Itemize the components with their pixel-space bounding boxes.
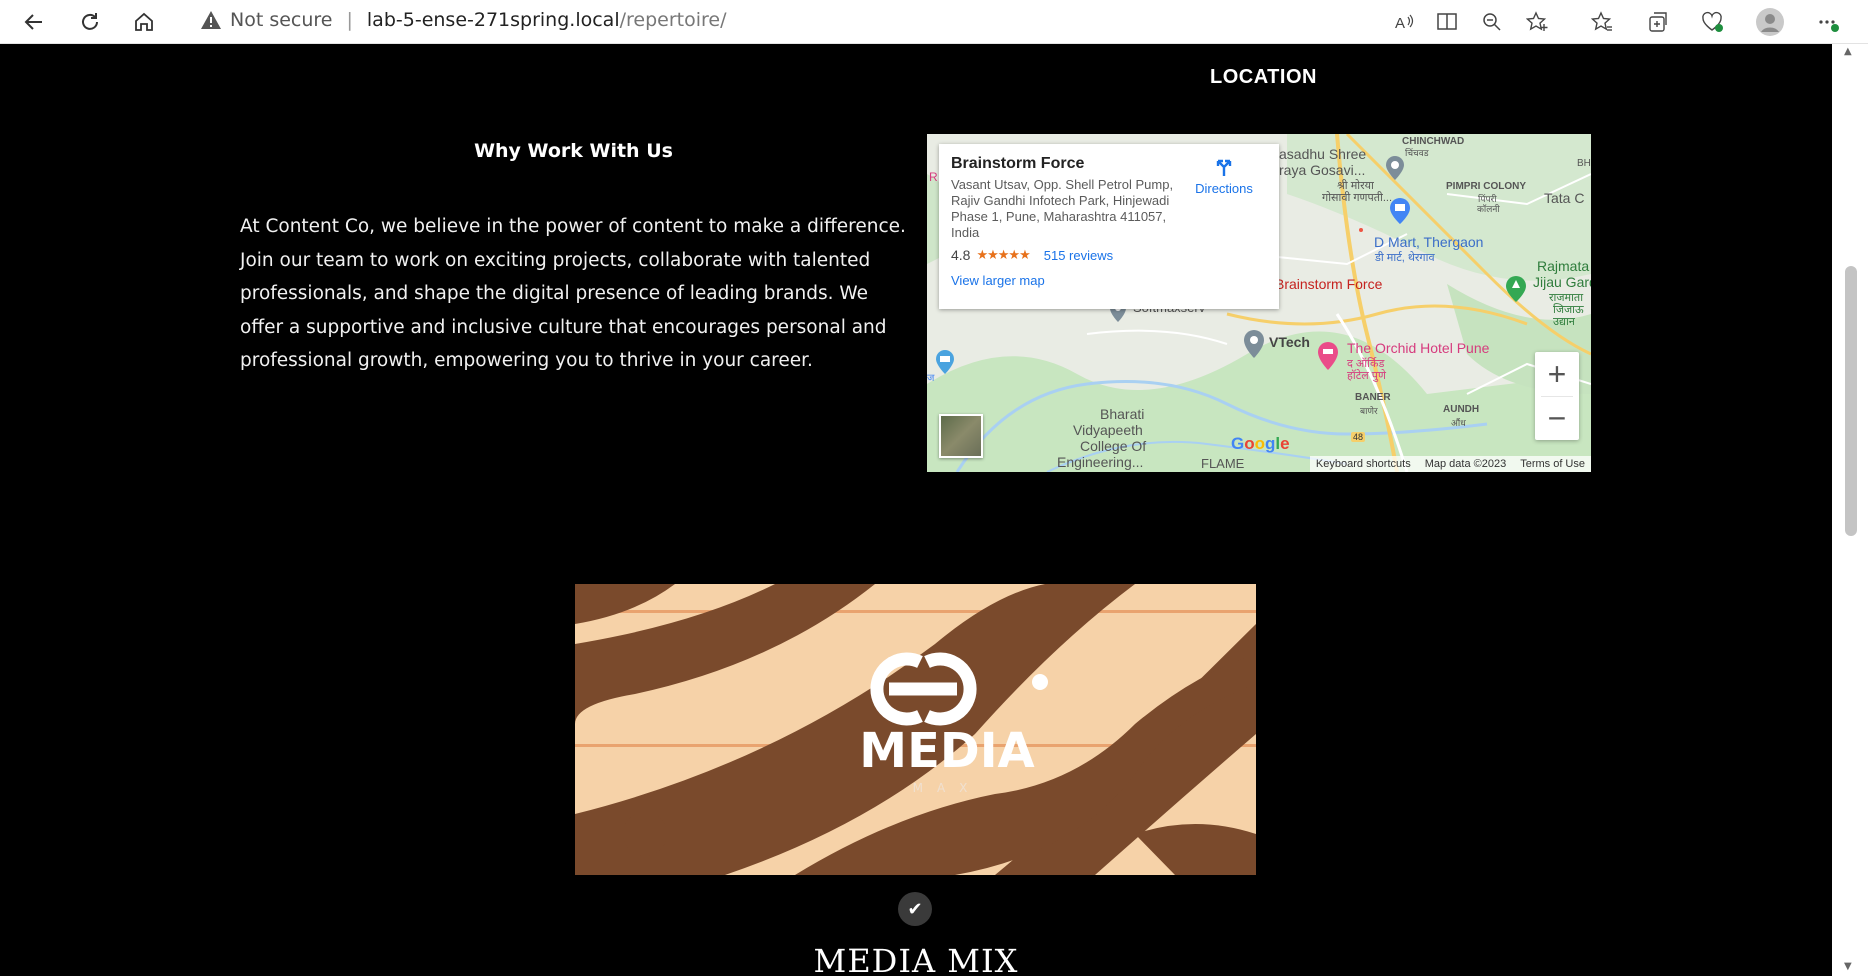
warning-icon — [201, 11, 221, 29]
zoom-out-button[interactable]: − — [1535, 396, 1579, 440]
map-pin-gosavi[interactable] — [1385, 156, 1405, 180]
directions-icon — [1216, 159, 1232, 176]
map-label-bharati-3: College Of — [1080, 438, 1147, 454]
browser-essentials-icon[interactable] — [1696, 6, 1728, 38]
map-pin-vtech[interactable] — [1243, 330, 1265, 358]
map-label-pimpri: PIMPRI COLONY — [1446, 181, 1527, 192]
map-attribution: Keyboard shortcuts Map data ©2023 Terms … — [1309, 456, 1591, 472]
zoom-divider — [1541, 396, 1573, 397]
map-label-orchid-mr-2: हॉटेल पुणे — [1347, 370, 1386, 382]
map-label-gosavi-mr-2: गोसावी गणपती... — [1322, 192, 1393, 204]
favorites-icon[interactable] — [1586, 6, 1618, 38]
place-rating: 4.8 ★★★★★ 515 reviews — [951, 247, 1267, 263]
why-work-heading: Why Work With Us — [474, 140, 673, 162]
map-label-rajmata[interactable]: Rajmata — [1537, 258, 1589, 274]
map-label-baner: BANER — [1355, 392, 1391, 403]
media-logo-text: MEDIA — [859, 723, 1034, 779]
svg-text:A: A — [1395, 15, 1405, 32]
read-aloud-icon[interactable]: A — [1388, 6, 1420, 38]
terms-of-use-link[interactable]: Terms of Use — [1520, 458, 1585, 470]
zoom-out-icon[interactable] — [1476, 6, 1508, 38]
satellite-toggle[interactable] — [939, 414, 983, 458]
collections-icon[interactable] — [1642, 6, 1674, 38]
refresh-icon[interactable] — [72, 4, 108, 40]
check-icon: ✔ — [898, 892, 932, 926]
media-mix-image[interactable]: MEDIA MAX — [575, 584, 1256, 875]
google-logo: Google — [1231, 434, 1290, 453]
map-data-label: Map data ©2023 — [1424, 458, 1507, 470]
map-label-chinchwad-mr: चिंचवड — [1405, 148, 1429, 158]
map-label-dmart[interactable]: D Mart, Thergaon — [1374, 234, 1483, 250]
map-zoom-control: + − — [1535, 352, 1579, 440]
media-max-logo: MEDIA MAX — [575, 584, 1256, 875]
address-separator: | — [346, 9, 353, 31]
location-heading: LOCATION — [1210, 66, 1317, 88]
page-scrollbar[interactable]: ▲ ▼ — [1832, 44, 1868, 976]
place-info-card: Brainstorm Force Vasant Utsav, Opp. Shel… — [939, 144, 1279, 309]
map-label-gosavi: asadhu Shree — [1279, 146, 1367, 162]
map-label-orchid[interactable]: The Orchid Hotel Pune — [1347, 340, 1489, 356]
add-favorite-icon[interactable] — [1522, 6, 1554, 38]
map-label-flame: FLAME — [1201, 456, 1245, 471]
reviews-link[interactable]: 515 reviews — [1044, 248, 1113, 263]
map-label-rajmata-2: Jijau Gard — [1533, 274, 1591, 290]
map-label-aundh-mr: औंध — [1451, 418, 1466, 428]
security-label[interactable]: Not secure — [230, 9, 333, 31]
scrollbar-thumb[interactable] — [1845, 266, 1857, 536]
immersive-reader-icon[interactable] — [1432, 6, 1464, 38]
map-label-aundh: AUNDH — [1443, 404, 1480, 415]
url-path: /repertoire/ — [619, 9, 727, 31]
google-map[interactable]: CHINCHWAD चिंचवड BH asadhu Shree raya Go… — [927, 134, 1591, 472]
map-label-ji: ज — [927, 373, 935, 384]
page-content: LOCATION Why Work With Us At Content Co,… — [0, 44, 1832, 976]
map-label-bharati: Bharati — [1100, 406, 1145, 422]
more-icon[interactable] — [1812, 6, 1844, 38]
map-label-vtech[interactable]: VTech — [1269, 334, 1310, 350]
back-icon[interactable] — [16, 4, 52, 40]
map-label-dmart-mr: डी मार्ट, थेरगाव — [1375, 252, 1435, 264]
directions-button[interactable]: Directions — [1189, 156, 1259, 196]
media-logo-sub: MAX — [913, 781, 982, 795]
media-mix-title[interactable]: MEDIA MIX — [0, 942, 1832, 976]
scroll-up-icon[interactable]: ▲ — [1844, 46, 1852, 57]
profile-icon[interactable] — [1754, 6, 1786, 38]
map-label-bh: BH — [1577, 158, 1591, 169]
map-pin-hotel[interactable] — [1317, 342, 1339, 370]
map-pin-shopping[interactable] — [1389, 198, 1411, 224]
browser-toolbar: Not secure | lab-5-ense-271spring.local /… — [0, 0, 1868, 44]
place-address: Vasant Utsav, Opp. Shell Petrol Pump, Ra… — [951, 177, 1174, 240]
rating-value: 4.8 — [951, 247, 971, 263]
why-work-body: At Content Co, we believe in the power o… — [240, 216, 906, 371]
map-label-brainstorm[interactable]: Brainstorm Force — [1275, 276, 1382, 292]
map-pin-park[interactable] — [1505, 276, 1527, 302]
view-larger-map-link[interactable]: View larger map — [951, 273, 1267, 288]
map-route-shield: 48 — [1351, 432, 1366, 442]
keyboard-shortcuts-link[interactable]: Keyboard shortcuts — [1316, 458, 1411, 470]
rating-stars-icon: ★★★★★ — [976, 247, 1030, 262]
map-label-bharati-2: Vidyapeeth — [1073, 422, 1143, 438]
map-label-baner-mr: बाणेर — [1360, 406, 1378, 416]
map-label-tata: Tata C — [1544, 190, 1585, 206]
map-label-pimpri-mr-2: कॉलनी — [1477, 204, 1500, 214]
home-icon[interactable] — [126, 4, 162, 40]
map-label-bharati-4: Engineering... — [1057, 454, 1144, 470]
directions-label: Directions — [1195, 181, 1253, 196]
map-pin-camera[interactable] — [935, 350, 955, 374]
url-host: lab-5-ense-271spring.local — [366, 9, 620, 31]
scroll-down-icon[interactable]: ▼ — [1844, 961, 1852, 972]
map-label-rajmata-mr-3: उद्यान — [1553, 316, 1575, 328]
zoom-in-button[interactable]: + — [1535, 352, 1579, 396]
map-label-gosavi-2: raya Gosavi... — [1279, 162, 1366, 178]
address-bar[interactable]: Not secure | lab-5-ense-271spring.local /… — [182, 1, 1642, 39]
map-label-r: R — [929, 170, 938, 184]
